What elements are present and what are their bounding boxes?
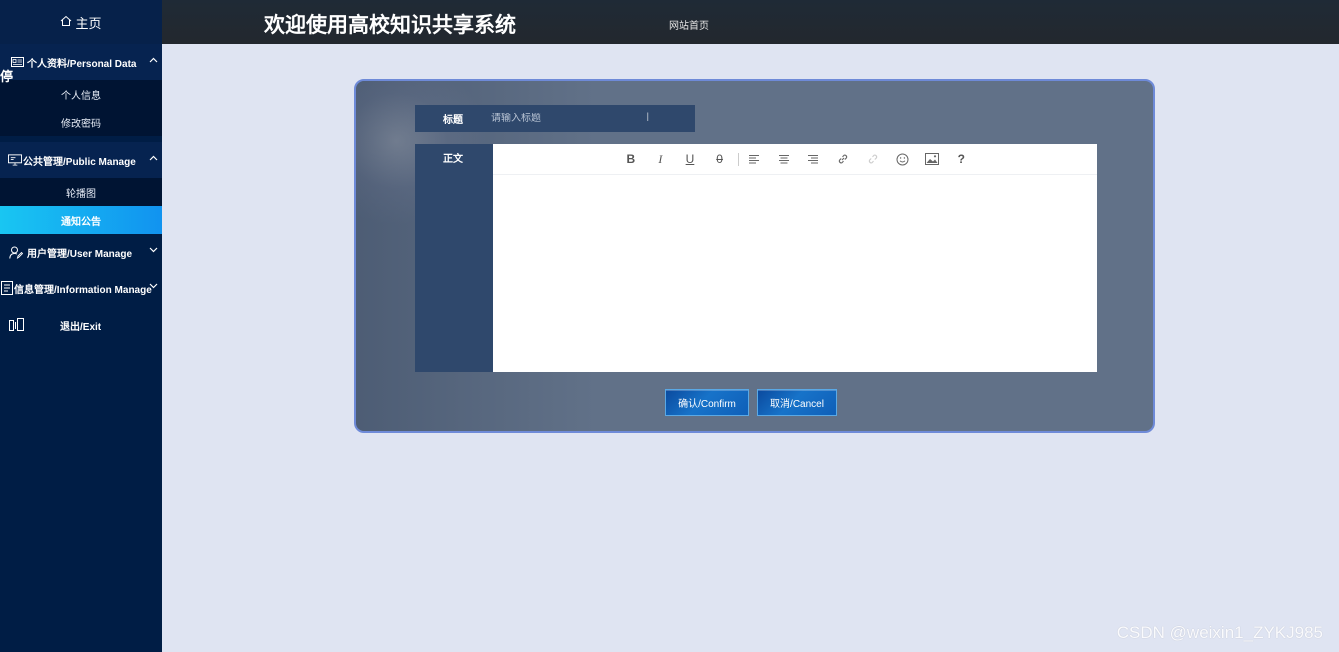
user-edit-icon <box>9 246 23 259</box>
title-field-row: 标题 I <box>415 105 695 132</box>
image-icon <box>924 153 939 165</box>
body-label: 正文 <box>443 154 463 165</box>
system-title: 欢迎使用高校知识共享系统 <box>264 14 516 37</box>
confirm-button[interactable]: 确认/Confirm <box>665 389 749 416</box>
sidebar-home[interactable]: 主页 <box>0 0 162 44</box>
chevron-up-icon <box>148 153 158 163</box>
align-center-button[interactable] <box>769 149 799 169</box>
sidebar-group-label: 用户管理/User Manage <box>27 248 133 260</box>
rich-text-editor: B I U 0 ? <box>493 144 1097 372</box>
title-label: 标题 <box>443 115 463 126</box>
unlink-button[interactable] <box>858 149 888 169</box>
sidebar-group-label: 公共管理/Public Manage <box>23 156 136 168</box>
editor-toolbar: B I U 0 ? <box>493 144 1097 175</box>
sidebar-group-personal-data[interactable]: 个人资料/Personal Data <box>0 44 162 80</box>
sidebar-submenu-personal: 个人信息 修改密码 <box>0 80 162 136</box>
title-input[interactable] <box>491 113 671 124</box>
sidebar-item-label: 轮播图 <box>66 188 96 200</box>
sidebar-group-label: 信息管理/Information Manage <box>14 284 152 296</box>
bold-button[interactable]: B <box>616 149 646 169</box>
sidebar-group-label: 个人资料/Personal Data <box>27 58 137 70</box>
sidebar-group-public-manage[interactable]: 公共管理/Public Manage <box>0 142 162 178</box>
notice-form-panel: 标题 I 正文 B I U 0 <box>354 79 1155 433</box>
house-icon <box>60 15 72 30</box>
sidebar-item-label: 通知公告 <box>61 216 101 228</box>
overlay-fragment-text: 停 <box>0 69 14 84</box>
sidebar-item-label: 个人信息 <box>61 90 101 102</box>
link-icon <box>838 154 848 164</box>
top-header: 欢迎使用高校知识共享系统 网站首页 <box>162 0 1339 44</box>
sidebar-submenu-public: 轮播图 通知公告 <box>0 178 162 234</box>
sidebar-exit-label: 退出/Exit <box>60 322 102 333</box>
form-actions: 确认/Confirm 取消/Cancel <box>665 389 837 416</box>
sidebar-group-information-manage[interactable]: 信息管理/Information Manage <box>0 270 162 306</box>
align-right-icon <box>808 154 819 163</box>
sidebar-group-user-manage[interactable]: 用户管理/User Manage <box>0 234 162 270</box>
image-button[interactable] <box>917 149 947 169</box>
editor-content-area[interactable] <box>493 175 1097 371</box>
strikethrough-button[interactable]: 0 <box>705 149 735 169</box>
sidebar-home-label: 主页 <box>75 15 102 31</box>
unlink-icon <box>868 154 877 164</box>
info-list-icon <box>0 281 14 295</box>
text-cursor-icon: I <box>646 110 650 124</box>
sidebar-item-carousel[interactable]: 轮播图 <box>0 178 162 206</box>
align-center-icon <box>778 154 789 163</box>
chevron-up-icon <box>148 55 158 65</box>
align-left-button[interactable] <box>739 149 769 169</box>
chevron-down-icon <box>148 281 158 291</box>
align-left-icon <box>749 154 760 163</box>
sidebar-item-label: 修改密码 <box>61 118 101 130</box>
cancel-button[interactable]: 取消/Cancel <box>757 389 837 416</box>
csdn-watermark: CSDN @weixin1_ZYKJ985 <box>1116 623 1323 642</box>
emoji-icon <box>896 153 909 165</box>
sidebar-item-notices[interactable]: 通知公告 <box>0 206 162 234</box>
align-right-button[interactable] <box>799 149 829 169</box>
monitor-icon <box>8 154 22 166</box>
help-button[interactable]: ? <box>947 149 977 169</box>
body-field-row: 正文 B I U 0 ? <box>415 144 1097 372</box>
italic-button[interactable]: I <box>646 149 676 169</box>
chevron-down-icon <box>148 245 158 255</box>
sidebar-item-change-password[interactable]: 修改密码 <box>0 108 162 136</box>
exit-door-icon <box>9 318 24 334</box>
sidebar-item-personal-info[interactable]: 个人信息 <box>0 80 162 108</box>
underline-button[interactable]: U <box>675 149 705 169</box>
sidebar: 主页 个人资料/Personal Data 停 个人信息 修改密码 公共管理/P… <box>0 0 162 652</box>
site-home-link[interactable]: 网站首页 <box>669 17 709 32</box>
link-button[interactable] <box>828 149 858 169</box>
sidebar-exit[interactable]: 退出/Exit <box>0 306 162 342</box>
emoji-button[interactable] <box>887 149 917 169</box>
